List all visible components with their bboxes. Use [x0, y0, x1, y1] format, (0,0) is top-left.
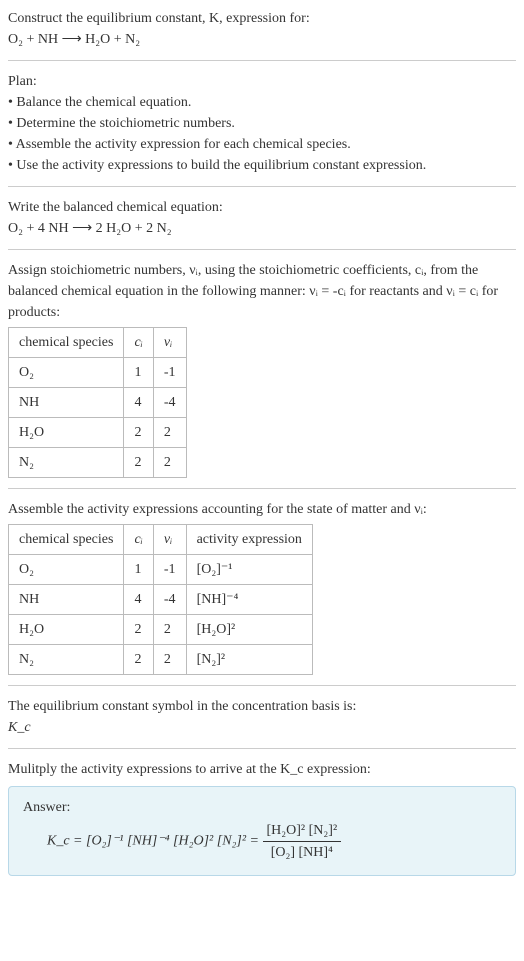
symbol-block: The equilibrium constant symbol in the c… — [8, 696, 516, 738]
table-row: NH4-4[NH]⁻⁴ — [9, 585, 313, 615]
stoich-text: Assign stoichiometric numbers, νᵢ, using… — [8, 260, 516, 323]
balanced-equation: O₂ + 4 NH ⟶ 2 H₂O + 2 N₂ — [8, 218, 516, 239]
cell: 2 — [153, 418, 186, 448]
table-row: O₂1-1 — [9, 358, 187, 388]
activity-block: Assemble the activity expressions accoun… — [8, 499, 516, 675]
answer-lhs: K_c = [O₂]⁻¹ [NH]⁻⁴ [H₂O]² [N₂]² = — [47, 834, 263, 849]
cell: H₂O — [9, 615, 124, 645]
multiply-block: Mulitply the activity expressions to arr… — [8, 759, 516, 876]
divider — [8, 60, 516, 61]
cell: 4 — [124, 585, 153, 615]
stoich-table: chemical species cᵢ νᵢ O₂1-1 NH4-4 H₂O22… — [8, 327, 187, 478]
cell: H₂O — [9, 418, 124, 448]
cell: 1 — [124, 358, 153, 388]
cell: [N₂]² — [186, 645, 312, 675]
multiply-text: Mulitply the activity expressions to arr… — [8, 759, 516, 780]
col-header: chemical species — [9, 328, 124, 358]
col-header: cᵢ — [124, 328, 153, 358]
intro-text: Construct the equilibrium constant, K, e… — [8, 8, 516, 29]
symbol-text: The equilibrium constant symbol in the c… — [8, 696, 516, 717]
cell: NH — [9, 388, 124, 418]
intro-block: Construct the equilibrium constant, K, e… — [8, 8, 516, 50]
cell: [H₂O]² — [186, 615, 312, 645]
table-row: H₂O22[H₂O]² — [9, 615, 313, 645]
intro-line1: Construct the equilibrium constant, K, e… — [8, 11, 310, 26]
table-header-row: chemical species cᵢ νᵢ activity expressi… — [9, 525, 313, 555]
col-header: chemical species — [9, 525, 124, 555]
cell: 2 — [124, 645, 153, 675]
activity-table: chemical species cᵢ νᵢ activity expressi… — [8, 524, 313, 675]
cell: 1 — [124, 555, 153, 585]
divider — [8, 685, 516, 686]
col-header: activity expression — [186, 525, 312, 555]
table-header-row: chemical species cᵢ νᵢ — [9, 328, 187, 358]
cell: -4 — [153, 388, 186, 418]
answer-label: Answer: — [23, 797, 501, 818]
cell: O₂ — [9, 358, 124, 388]
cell: -4 — [153, 585, 186, 615]
cell: [O₂]⁻¹ — [186, 555, 312, 585]
table-row: NH4-4 — [9, 388, 187, 418]
col-header: cᵢ — [124, 525, 153, 555]
divider — [8, 249, 516, 250]
cell: 2 — [153, 448, 186, 478]
cell: -1 — [153, 555, 186, 585]
divider — [8, 748, 516, 749]
divider — [8, 488, 516, 489]
balanced-block: Write the balanced chemical equation: O₂… — [8, 197, 516, 239]
cell: 2 — [153, 645, 186, 675]
cell: 2 — [153, 615, 186, 645]
table-row: N₂22 — [9, 448, 187, 478]
activity-text: Assemble the activity expressions accoun… — [8, 499, 516, 520]
cell: -1 — [153, 358, 186, 388]
fraction-denominator: [O₂] [NH]⁴ — [263, 842, 342, 863]
plan-item: • Balance the chemical equation. — [8, 92, 516, 113]
cell: 2 — [124, 448, 153, 478]
balanced-heading: Write the balanced chemical equation: — [8, 197, 516, 218]
cell: NH — [9, 585, 124, 615]
intro-equation: O₂ + NH ⟶ H₂O + N₂ — [8, 29, 516, 50]
col-header: νᵢ — [153, 525, 186, 555]
cell: 4 — [124, 388, 153, 418]
stoich-block: Assign stoichiometric numbers, νᵢ, using… — [8, 260, 516, 478]
table-row: O₂1-1[O₂]⁻¹ — [9, 555, 313, 585]
cell: [NH]⁻⁴ — [186, 585, 312, 615]
answer-fraction: [H₂O]² [N₂]² [O₂] [NH]⁴ — [263, 820, 342, 863]
cell: O₂ — [9, 555, 124, 585]
plan-item: • Assemble the activity expression for e… — [8, 134, 516, 155]
col-header: νᵢ — [153, 328, 186, 358]
divider — [8, 186, 516, 187]
answer-box: Answer: K_c = [O₂]⁻¹ [NH]⁻⁴ [H₂O]² [N₂]²… — [8, 786, 516, 876]
answer-equation: K_c = [O₂]⁻¹ [NH]⁻⁴ [H₂O]² [N₂]² = [H₂O]… — [23, 820, 501, 863]
table-row: H₂O22 — [9, 418, 187, 448]
symbol-value: K_c — [8, 717, 516, 738]
plan-item: • Determine the stoichiometric numbers. — [8, 113, 516, 134]
cell: N₂ — [9, 448, 124, 478]
cell: 2 — [124, 615, 153, 645]
cell: 2 — [124, 418, 153, 448]
table-row: N₂22[N₂]² — [9, 645, 313, 675]
plan-item: • Use the activity expressions to build … — [8, 155, 516, 176]
fraction-numerator: [H₂O]² [N₂]² — [263, 820, 342, 842]
cell: N₂ — [9, 645, 124, 675]
plan-heading: Plan: — [8, 71, 516, 92]
plan-block: Plan: • Balance the chemical equation. •… — [8, 71, 516, 176]
